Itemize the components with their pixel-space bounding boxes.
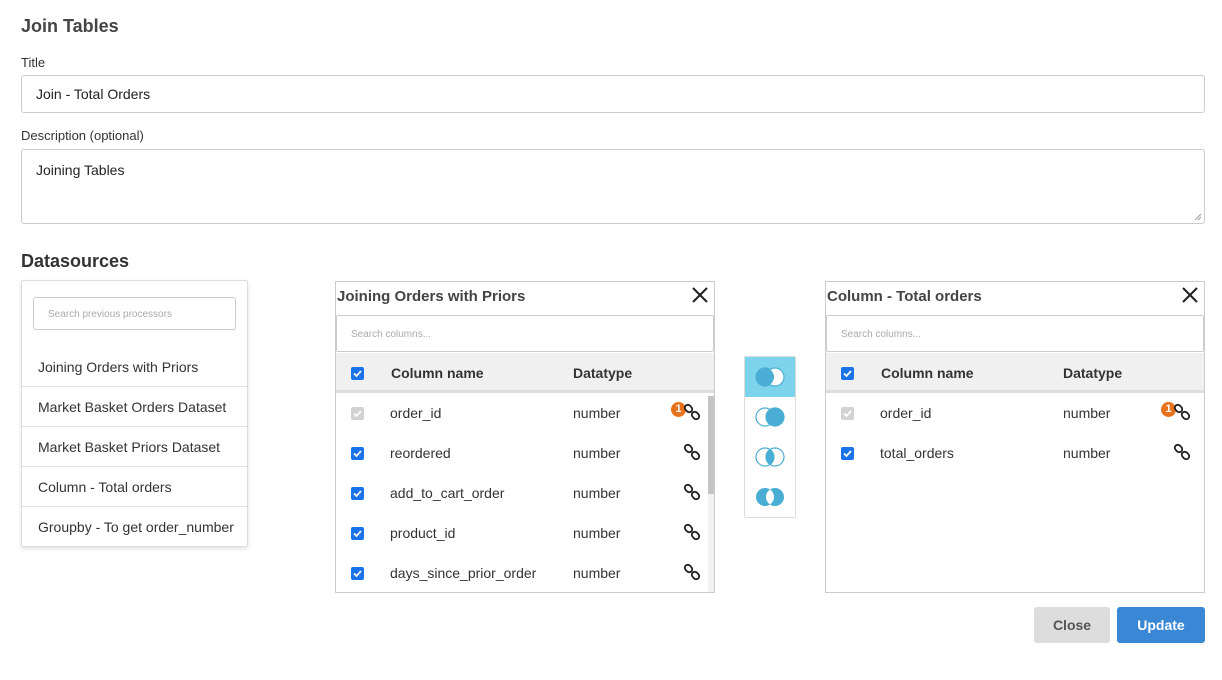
row-checkbox[interactable] xyxy=(351,447,364,460)
close-icon[interactable] xyxy=(690,285,710,305)
right-table-panel: Column - Total orders Search columns... … xyxy=(825,281,1205,593)
table-row: days_since_prior_order number xyxy=(336,553,714,593)
row-checkbox[interactable] xyxy=(351,527,364,540)
processor-list-item[interactable]: Market Basket Priors Dataset xyxy=(22,427,247,467)
close-icon[interactable] xyxy=(1180,285,1200,305)
title-label: Title xyxy=(21,55,46,70)
scrollbar-thumb[interactable] xyxy=(708,396,714,494)
link-icon[interactable] xyxy=(683,523,701,541)
row-checkbox[interactable] xyxy=(351,567,364,580)
join-option-left[interactable] xyxy=(745,357,795,397)
column-name-cell: reordered xyxy=(390,445,451,461)
link-icon[interactable] xyxy=(683,443,701,461)
resize-grip-icon[interactable] xyxy=(1194,213,1202,221)
description-text: Joining Tables xyxy=(36,162,125,178)
processor-list-item[interactable]: Column - Total orders xyxy=(22,467,247,507)
datatype-cell: number xyxy=(573,405,621,421)
link-icon[interactable] xyxy=(1173,443,1191,461)
page-title: Join Tables xyxy=(21,16,119,36)
column-name-cell: add_to_cart_order xyxy=(390,485,505,501)
column-name-cell: order_id xyxy=(390,405,442,421)
processor-list-item[interactable]: Joining Orders with Priors xyxy=(22,347,247,387)
outer-join-icon xyxy=(756,488,784,506)
join-type-selector xyxy=(744,356,796,518)
datatype-cell: number xyxy=(573,565,621,581)
datatype-cell: number xyxy=(573,445,621,461)
column-name-header: Column name xyxy=(881,365,974,381)
table-row: add_to_cart_order number xyxy=(336,473,714,513)
right-join-icon xyxy=(755,407,785,427)
left-table-title: Joining Orders with Priors xyxy=(337,288,526,305)
processor-list-item[interactable]: Groupby - To get order_number xyxy=(22,507,247,547)
column-name-header: Column name xyxy=(391,365,484,381)
column-name-cell: product_id xyxy=(390,525,456,541)
column-name-cell: order_id xyxy=(880,405,932,421)
processor-search-input[interactable]: Search previous processors xyxy=(33,297,236,330)
inner-join-icon xyxy=(755,447,785,467)
datatype-cell: number xyxy=(573,525,621,541)
join-option-right[interactable] xyxy=(745,397,795,437)
datatype-cell: number xyxy=(573,485,621,501)
table-row: order_id number 1 xyxy=(826,393,1204,433)
select-all-checkbox[interactable] xyxy=(841,367,854,380)
column-name-cell: days_since_prior_order xyxy=(390,565,537,581)
table-row: product_id number xyxy=(336,513,714,553)
link-icon[interactable] xyxy=(1173,403,1191,421)
left-column-search-input[interactable]: Search columns... xyxy=(336,315,714,352)
link-icon[interactable] xyxy=(683,403,701,421)
datatype-header: Datatype xyxy=(573,365,633,381)
column-name-cell: total_orders xyxy=(880,445,954,461)
datatype-cell: number xyxy=(1063,445,1111,461)
right-column-search-input[interactable]: Search columns... xyxy=(826,315,1204,352)
datasources-heading: Datasources xyxy=(21,251,130,271)
update-button[interactable]: Update xyxy=(1117,607,1205,643)
processor-list-item[interactable]: Market Basket Orders Dataset xyxy=(22,387,247,427)
link-icon[interactable] xyxy=(683,563,701,581)
title-input[interactable]: Join - Total Orders xyxy=(21,75,1205,113)
close-button[interactable]: Close xyxy=(1034,607,1110,643)
left-table-panel: Joining Orders with Priors Search column… xyxy=(335,281,715,593)
row-checkbox[interactable] xyxy=(841,447,854,460)
link-icon[interactable] xyxy=(683,483,701,501)
table-row: reordered number xyxy=(336,433,714,473)
join-option-inner[interactable] xyxy=(745,437,795,477)
row-checkbox xyxy=(841,407,854,420)
table-row: total_orders number xyxy=(826,433,1204,473)
description-label: Description (optional) xyxy=(21,128,144,143)
scrollbar[interactable] xyxy=(708,396,714,592)
left-table-header: Column name Datatype xyxy=(336,353,714,393)
join-option-outer[interactable] xyxy=(745,477,795,517)
left-join-icon xyxy=(755,367,785,387)
description-textarea[interactable]: Joining Tables xyxy=(21,149,1205,224)
right-table-title: Column - Total orders xyxy=(827,288,982,305)
datatype-cell: number xyxy=(1063,405,1111,421)
row-checkbox[interactable] xyxy=(351,487,364,500)
select-all-checkbox[interactable] xyxy=(351,367,364,380)
row-checkbox xyxy=(351,407,364,420)
table-row: order_id number 1 xyxy=(336,393,714,433)
datatype-header: Datatype xyxy=(1063,365,1123,381)
processor-list-panel: Search previous processors Joining Order… xyxy=(21,280,248,547)
right-table-header: Column name Datatype xyxy=(826,353,1204,393)
